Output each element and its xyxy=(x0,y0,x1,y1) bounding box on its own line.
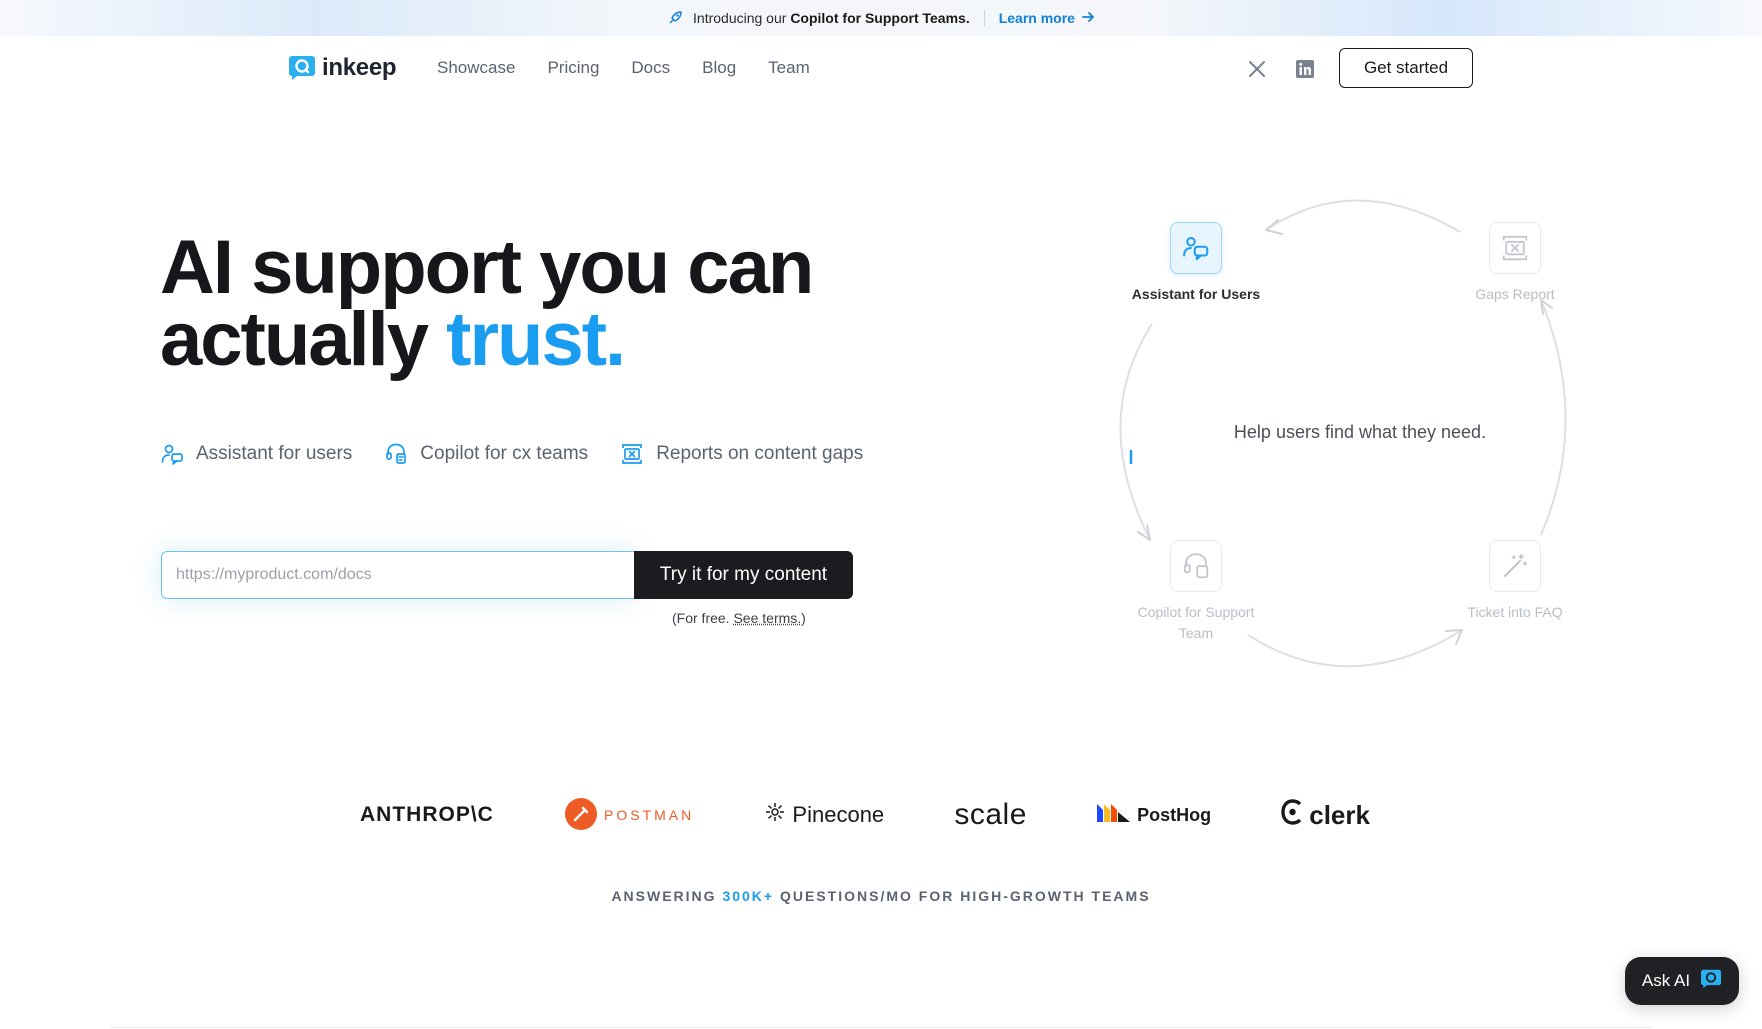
gap-report-icon xyxy=(1489,222,1541,274)
logo-text: Pinecone xyxy=(792,802,885,827)
hero-title: AI support you can actually trust. xyxy=(160,230,920,378)
feature-assistant: Assistant for users xyxy=(160,442,352,466)
magic-wand-icon xyxy=(1489,540,1541,592)
nav-links: Showcase Pricing Docs Blog Team xyxy=(437,58,810,78)
arrow-right-icon xyxy=(1081,10,1095,27)
cycle-node-assistant[interactable]: Assistant for Users xyxy=(1126,222,1266,305)
feature-list: Assistant for users Copilot for cx teams… xyxy=(160,442,863,466)
customer-logos: ANTHROP\C POSTMAN Pinecone scale PostHog… xyxy=(360,790,1370,840)
postman-icon xyxy=(564,797,598,834)
user-chat-icon xyxy=(160,442,184,466)
hero-title-line2: actually xyxy=(160,297,429,382)
free-note-suffix: ) xyxy=(801,610,806,626)
logo-text: ANTHROP\C xyxy=(360,803,494,826)
nav-link-showcase[interactable]: Showcase xyxy=(437,58,515,78)
x-icon[interactable] xyxy=(1246,58,1268,80)
linkedin-icon[interactable] xyxy=(1294,58,1316,80)
ask-ai-label: Ask AI xyxy=(1641,971,1691,990)
posthog-icon xyxy=(1097,802,1131,829)
learn-more-label: Learn more xyxy=(998,10,1075,26)
see-terms-link[interactable]: See terms. xyxy=(733,610,801,626)
chat-icon xyxy=(1700,969,1722,994)
announcement-divider xyxy=(983,10,985,26)
postman-logo: POSTMAN xyxy=(564,797,694,834)
feature-reports: Reports on content gaps xyxy=(620,442,863,466)
announcement-text: Introducing our Copilot for Support Team… xyxy=(693,10,970,26)
answering-tagline: ANSWERING 300K+ QUESTIONS/MO FOR HIGH-GR… xyxy=(0,888,1762,904)
clerk-logo: clerk xyxy=(1281,798,1370,832)
clerk-icon xyxy=(1281,798,1303,832)
rocket-icon xyxy=(667,10,683,26)
ask-ai-button[interactable]: Ask AI xyxy=(1625,957,1739,1005)
answering-prefix: ANSWERING xyxy=(611,888,717,904)
feature-label: Copilot for cx teams xyxy=(420,443,589,464)
try-form: Try it for my content xyxy=(161,551,853,599)
answering-highlight: 300K+ xyxy=(722,888,775,904)
nav-link-docs[interactable]: Docs xyxy=(631,58,670,78)
free-note: (For free. See terms.) xyxy=(672,610,806,626)
get-started-button[interactable]: Get started xyxy=(1339,48,1473,88)
logo-text: PostHog xyxy=(1137,804,1212,825)
free-note-prefix: (For free. xyxy=(672,610,730,626)
social-links xyxy=(1246,58,1316,80)
top-nav: inkeep Showcase Pricing Docs Blog Team G… xyxy=(0,36,1762,100)
announcement-banner: Introducing our Copilot for Support Team… xyxy=(0,0,1762,36)
announcement-prefix: Introducing our xyxy=(693,10,787,26)
brand-name: inkeep xyxy=(322,54,397,81)
cycle-node-copilot[interactable]: Copilot for Support Team xyxy=(1126,540,1266,644)
gap-report-icon xyxy=(620,442,644,466)
answering-suffix: QUESTIONS/MO FOR HIGH-GROWTH TEAMS xyxy=(780,888,1151,904)
pinecone-icon xyxy=(764,801,786,829)
feature-label: Assistant for users xyxy=(196,443,353,464)
docs-url-input[interactable] xyxy=(161,551,634,599)
logo-text: clerk xyxy=(1309,799,1370,830)
cycle-node-label: Ticket into FAQ xyxy=(1467,604,1563,620)
cycle-node-label: Assistant for Users xyxy=(1131,286,1261,302)
cycle-node-label: Copilot for Support Team xyxy=(1137,604,1255,641)
nav-link-team[interactable]: Team xyxy=(768,58,810,78)
headset-icon xyxy=(1170,540,1222,592)
cycle-node-ticket-faq[interactable]: Ticket into FAQ xyxy=(1445,540,1585,623)
cycle-node-gaps-report[interactable]: Gaps Report xyxy=(1445,222,1585,305)
nav-link-blog[interactable]: Blog xyxy=(702,58,736,78)
nav-link-pricing[interactable]: Pricing xyxy=(547,58,599,78)
logo-text: POSTMAN xyxy=(604,807,695,823)
section-divider xyxy=(110,1027,1652,1028)
headset-icon xyxy=(384,442,408,466)
try-content-button[interactable]: Try it for my content xyxy=(634,551,853,599)
pinecone-logo: Pinecone xyxy=(764,801,884,829)
anthropic-logo: ANTHROP\C xyxy=(360,803,494,827)
feature-label: Reports on content gaps xyxy=(656,443,864,464)
cycle-node-label: Gaps Report xyxy=(1475,286,1555,302)
announcement-highlight: Copilot for Support Teams. xyxy=(790,10,970,26)
cycle-center-text: Help users find what they need. xyxy=(1233,422,1487,442)
hero-title-accent: trust. xyxy=(446,297,626,382)
feature-cycle-diagram: Assistant for Users Gaps Report Copilot … xyxy=(1100,190,1620,680)
brand-logo[interactable]: inkeep xyxy=(288,54,397,82)
user-chat-icon xyxy=(1170,222,1222,274)
learn-more-link[interactable]: Learn more xyxy=(999,10,1095,27)
logo-text: scale xyxy=(954,798,1027,831)
posthog-logo: PostHog xyxy=(1097,802,1211,829)
inkeep-logo-icon xyxy=(288,55,316,81)
scale-logo: scale xyxy=(954,798,1027,832)
feature-copilot: Copilot for cx teams xyxy=(384,442,588,466)
